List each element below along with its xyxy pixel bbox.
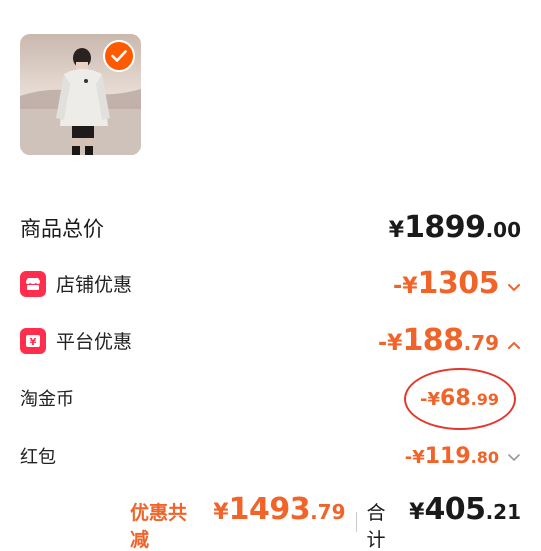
shop-discount-value: - ¥ 1305 [393,266,521,301]
grand-total-label: 合计 [366,502,386,551]
discount-total-value: ¥ 1493 .79 [213,492,345,527]
total-price-label: 商品总价 [20,216,104,241]
price-decimal: .21 [485,500,521,524]
chevron-up-icon[interactable] [507,340,521,350]
chevron-down-icon[interactable] [507,283,521,293]
price-decimal: .00 [485,218,521,242]
price-integer: 405 [424,492,486,527]
yen-sign: ¥ [409,500,425,525]
taojinbi-value: - ¥ 68 .99 [404,367,517,430]
minus-sign: - [377,331,388,356]
row-total-price: 商品总价 ¥ 1899 .00 [20,210,521,245]
divider [355,512,357,532]
price-integer: 119 [424,443,471,469]
grand-total-value: ¥ 405 .21 [409,492,521,527]
price-decimal: .80 [470,447,499,467]
red-packet-value: - ¥ 119 .80 [405,444,521,469]
order-summary-footer: 优惠共减 ¥ 1493 .79 合计 ¥ 405 .21 [130,492,521,551]
price-integer: 1493 [228,492,311,527]
yen-sign: ¥ [412,446,425,468]
minus-sign: - [393,274,403,299]
platform-discount-value: - ¥ 188 .79 [378,323,521,358]
row-platform-discount[interactable]: ¥ 平台优惠 - ¥ 188 .79 [20,323,521,358]
selected-check-icon[interactable] [103,40,135,72]
yen-sign: ¥ [388,218,405,243]
price-decimal: .79 [310,500,346,524]
shop-icon [20,270,46,297]
yen-sign: ¥ [213,500,229,525]
price-decimal: .79 [463,331,499,355]
svg-text:¥: ¥ [30,337,37,348]
minus-sign: - [404,446,413,468]
product-thumbnail[interactable] [20,34,141,155]
total-price-value: ¥ 1899 .00 [389,210,521,245]
highlight-circle [404,367,517,430]
red-packet-label: 红包 [20,447,56,468]
platform-discount-label: 平台优惠 [56,331,133,353]
price-integer: 1305 [417,266,500,301]
row-red-packet[interactable]: 红包 - ¥ 119 .80 [20,443,521,469]
platform-icon: ¥ [20,327,46,354]
price-integer: 1899 [404,210,486,245]
yen-sign: ¥ [387,331,403,356]
yen-sign: ¥ [402,274,418,299]
row-shop-discount[interactable]: 店铺优惠 - ¥ 1305 [20,266,521,301]
taojinbi-label: 淘金币 [20,389,74,410]
price-integer: 188 [402,323,464,358]
shop-discount-label: 店铺优惠 [56,274,133,296]
row-taojinbi: 淘金币 - ¥ 68 .99 [20,367,517,430]
discount-total-label: 优惠共减 [130,502,188,551]
chevron-down-icon[interactable] [507,453,521,463]
